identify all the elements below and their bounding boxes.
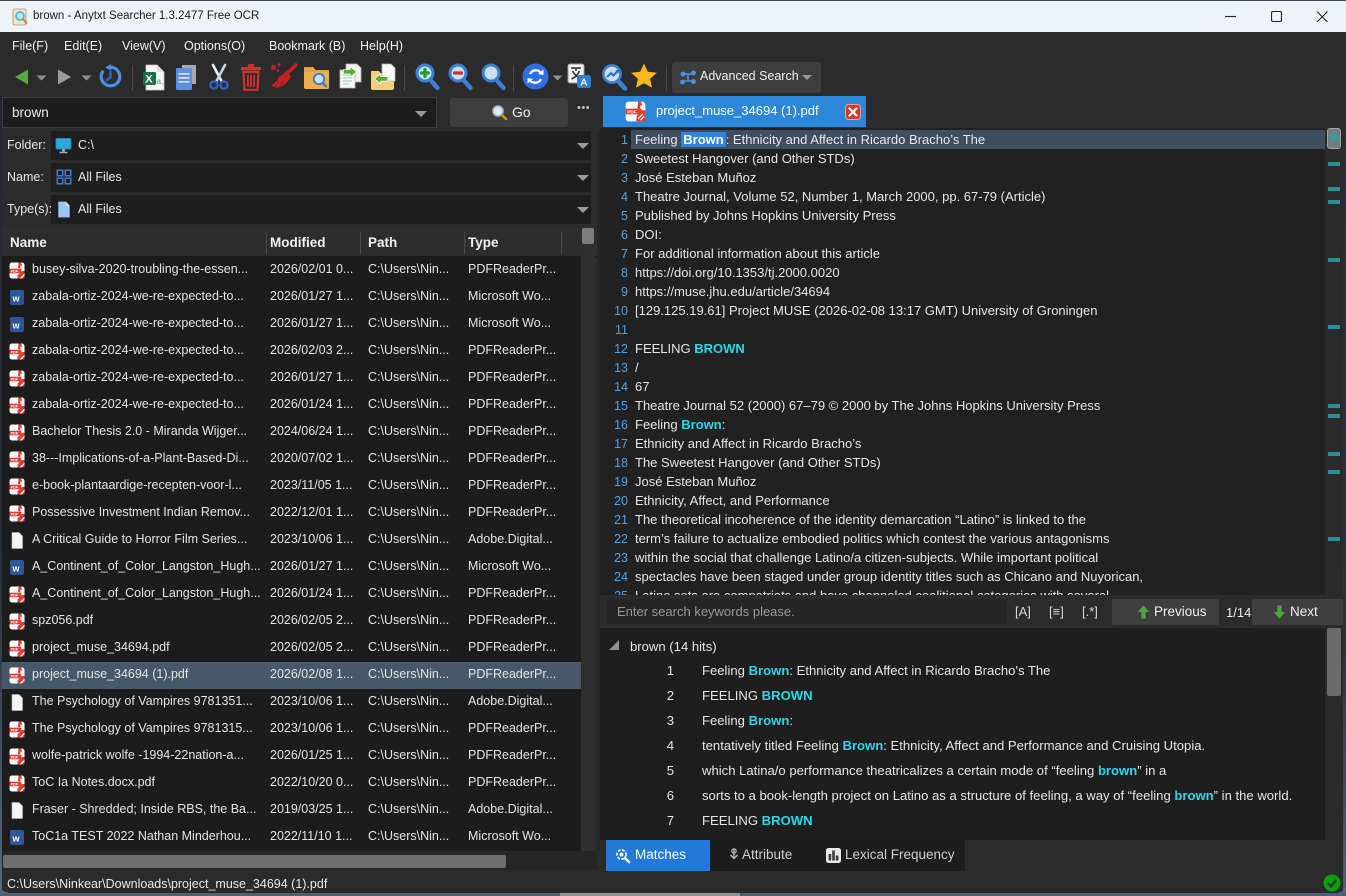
svg-text:PDF: PDF bbox=[627, 109, 637, 115]
svg-text:PDF: PDF bbox=[11, 377, 19, 381]
svg-text:PDF: PDF bbox=[11, 782, 19, 786]
svg-text:A: A bbox=[580, 78, 587, 89]
svg-text:PDF: PDF bbox=[11, 674, 19, 678]
svg-text:PDF: PDF bbox=[11, 620, 19, 624]
svg-text:PDF: PDF bbox=[11, 647, 19, 651]
svg-text:w: w bbox=[12, 294, 21, 304]
svg-text:PDF: PDF bbox=[11, 512, 19, 516]
svg-text:PDF: PDF bbox=[11, 728, 19, 732]
svg-text:X: X bbox=[145, 73, 153, 85]
svg-text:w: w bbox=[12, 321, 21, 331]
svg-text:PDF: PDF bbox=[11, 755, 19, 759]
svg-text:PDF: PDF bbox=[11, 431, 19, 435]
svg-text:PDF: PDF bbox=[11, 593, 19, 597]
svg-text:PDF: PDF bbox=[11, 458, 19, 462]
svg-text:PDF: PDF bbox=[11, 350, 19, 354]
svg-text:w: w bbox=[12, 564, 21, 574]
svg-text:PDF: PDF bbox=[11, 404, 19, 408]
svg-text:PDF: PDF bbox=[11, 269, 19, 273]
svg-text:w: w bbox=[12, 834, 21, 844]
svg-text:PDF: PDF bbox=[11, 485, 19, 489]
svg-text:a,: a, bbox=[157, 77, 164, 86]
